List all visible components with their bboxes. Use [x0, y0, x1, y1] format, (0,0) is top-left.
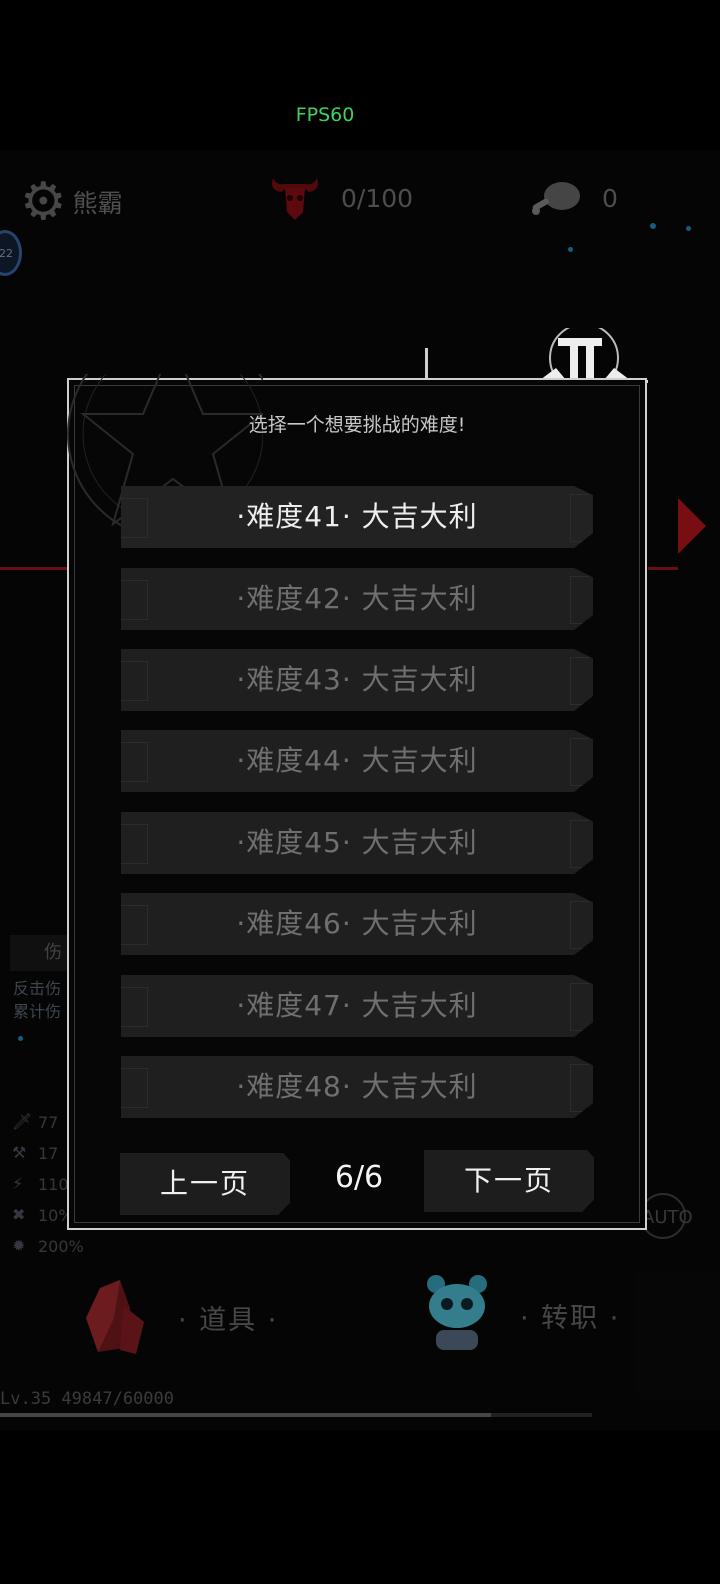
difficulty-46-button[interactable]: ·难度46· 大吉大利: [121, 893, 593, 955]
difficulty-41-button[interactable]: ·难度41· 大吉大利: [121, 486, 593, 548]
prev-page-button[interactable]: 上一页: [120, 1153, 290, 1215]
difficulty-47-button[interactable]: ·难度47· 大吉大利: [121, 975, 593, 1037]
difficulty-44-button[interactable]: ·难度44· 大吉大利: [121, 730, 593, 792]
fps-counter: FPS60: [295, 104, 355, 126]
difficulty-42-button[interactable]: ·难度42· 大吉大利: [121, 568, 593, 630]
page-indicator: 6/6: [334, 1160, 384, 1195]
difficulty-45-button[interactable]: ·难度45· 大吉大利: [121, 812, 593, 874]
difficulty-48-button[interactable]: ·难度48· 大吉大利: [121, 1056, 593, 1118]
next-page-button[interactable]: 下一页: [424, 1150, 594, 1212]
dialog-title: 选择一个想要挑战的难度!: [248, 414, 466, 436]
difficulty-43-button[interactable]: ·难度43· 大吉大利: [121, 649, 593, 711]
